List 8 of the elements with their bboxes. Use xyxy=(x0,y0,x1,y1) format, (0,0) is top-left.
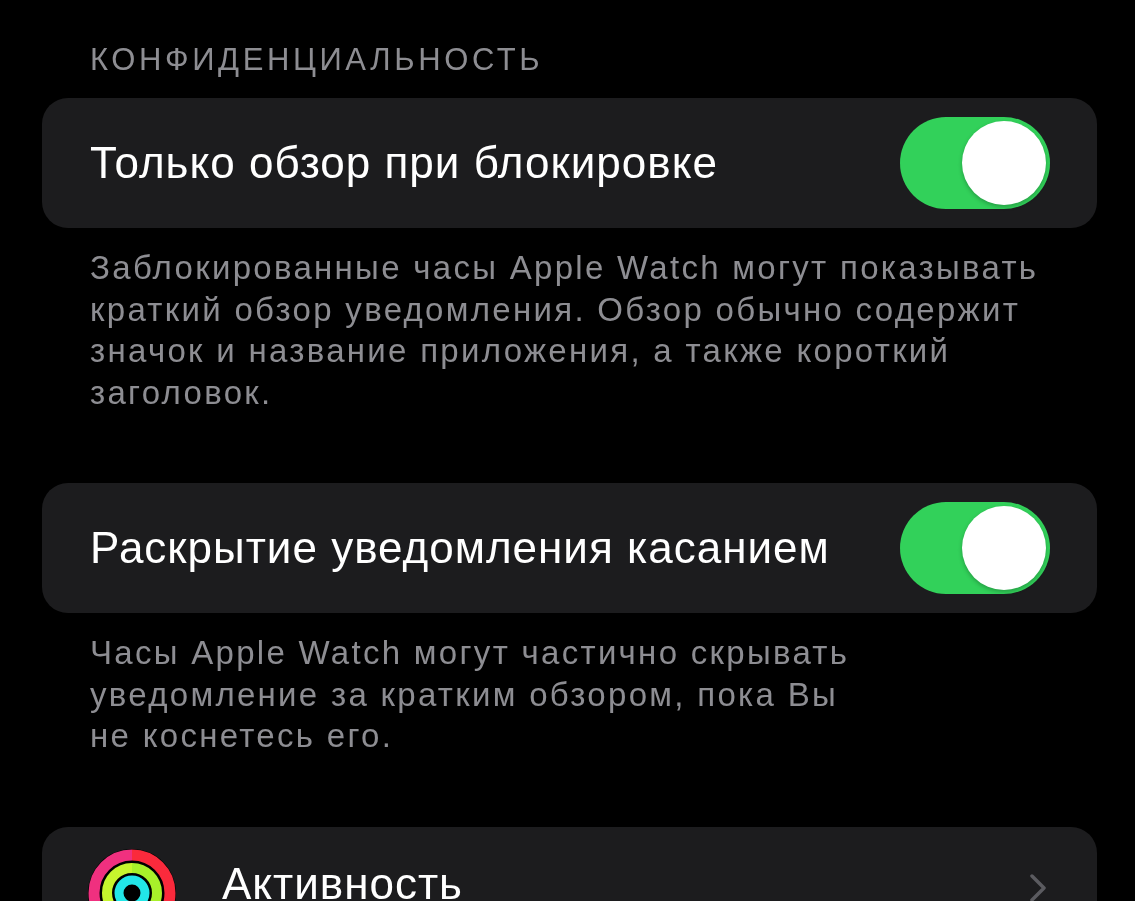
setting-description: Часы Apple Watch могут частично скрывать уведомление за кратким обзором, пока Вы не коснетесь его. xyxy=(90,633,851,756)
setting-label: Активность xyxy=(222,865,465,901)
setting-label: Раскрытие уведомления касанием xyxy=(90,523,831,573)
section-header: КОНФИДЕНЦИАЛЬНОСТЬ xyxy=(90,42,545,78)
setting-label: Только обзор при блокировке xyxy=(90,138,719,188)
chevron-icon xyxy=(1029,872,1047,901)
settings-row[interactable]: Активность xyxy=(42,826,1097,901)
setting-description: Заблокированные часы Apple Watch могут показывать краткий обзор уведомления. Обзор обычно содержит значок и название приложения, а также короткий заголовок. xyxy=(90,248,1040,413)
